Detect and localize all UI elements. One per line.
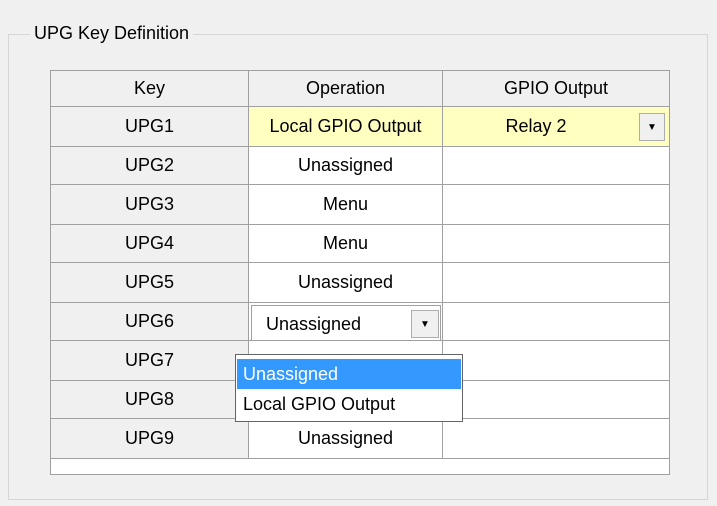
row-key-upg4: UPG4 — [51, 225, 249, 263]
chevron-down-icon: ▼ — [420, 318, 430, 330]
dropdown-option-local-gpio-output[interactable]: Local GPIO Output — [237, 389, 461, 419]
operation-cell-upg4[interactable]: Menu — [249, 225, 443, 263]
gpio-output-cell-upg7[interactable] — [443, 341, 669, 381]
row-key-upg6: UPG6 — [51, 303, 249, 341]
gpio-output-cell-upg9[interactable] — [443, 419, 669, 459]
row-key-upg5: UPG5 — [51, 263, 249, 303]
gpio-output-cell-upg1[interactable]: Relay 2 — [443, 107, 669, 147]
gpio-output-cell-upg3[interactable] — [443, 185, 669, 225]
operation-cell-upg1[interactable]: Local GPIO Output — [249, 107, 443, 147]
row-key-upg3: UPG3 — [51, 185, 249, 225]
column-header-operation: Operation — [249, 71, 443, 107]
operation-cell-upg5[interactable]: Unassigned — [249, 263, 443, 303]
operation-dropdown-button[interactable]: ▼ — [411, 310, 439, 338]
chevron-down-icon: ▼ — [647, 121, 657, 133]
gpio-output-cell-upg2[interactable] — [443, 147, 669, 185]
group-title: UPG Key Definition — [30, 20, 194, 46]
dropdown-option-unassigned[interactable]: Unassigned — [237, 359, 461, 389]
row-key-upg2: UPG2 — [51, 147, 249, 185]
column-header-gpio-output: GPIO Output — [443, 71, 669, 107]
gpio-output-cell-upg5[interactable] — [443, 263, 669, 303]
operation-cell-upg9[interactable]: Unassigned — [249, 419, 443, 459]
operation-combobox-value: Unassigned — [266, 314, 362, 334]
gpio-output-cell-upg6[interactable] — [443, 303, 669, 341]
operation-dropdown-list: Unassigned Local GPIO Output — [235, 354, 463, 422]
row-key-upg1: UPG1 — [51, 107, 249, 147]
row-key-upg7: UPG7 — [51, 341, 249, 381]
row-key-upg8: UPG8 — [51, 381, 249, 419]
gpio-output-cell-upg4[interactable] — [443, 225, 669, 263]
operation-cell-upg3[interactable]: Menu — [249, 185, 443, 225]
gpio-output-cell-upg8[interactable] — [443, 381, 669, 419]
operation-cell-upg2[interactable]: Unassigned — [249, 147, 443, 185]
column-header-key: Key — [51, 71, 249, 107]
row-key-upg9: UPG9 — [51, 419, 249, 459]
gpio-output-dropdown-button[interactable]: ▼ — [639, 113, 665, 141]
